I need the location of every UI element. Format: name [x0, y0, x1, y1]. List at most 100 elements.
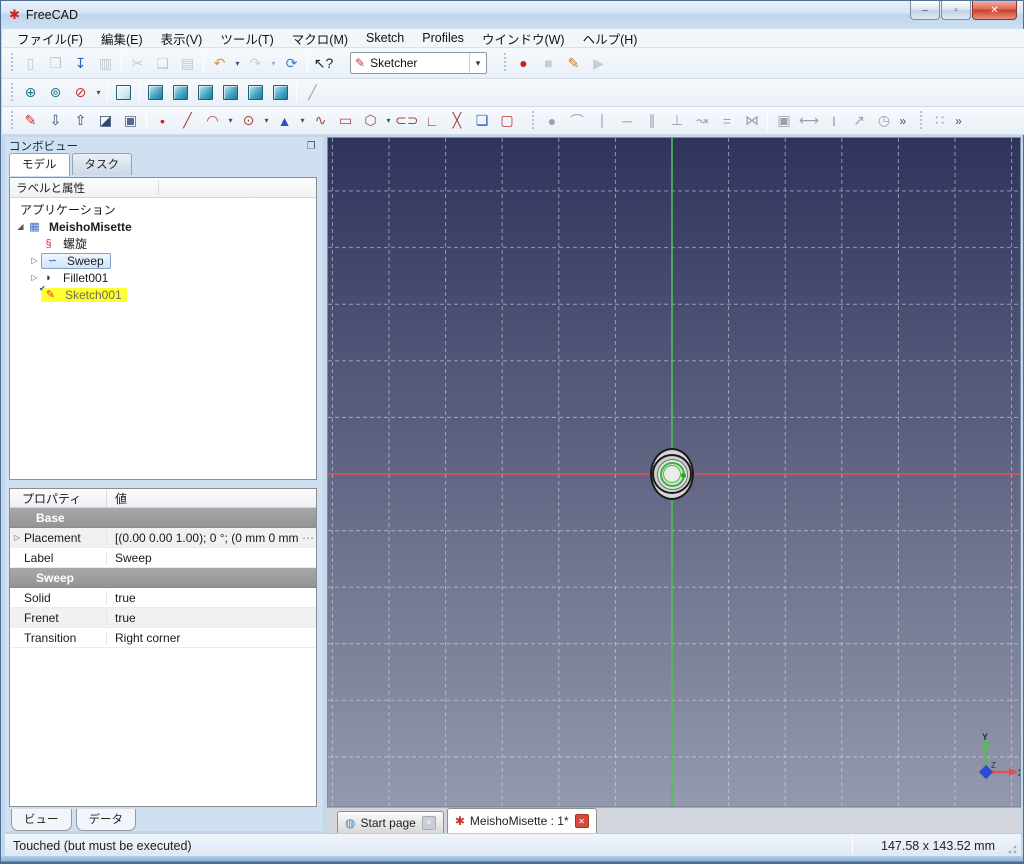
constraint-lock-button[interactable]: ▣ [771, 109, 796, 133]
draw-style-button[interactable]: ⊘ [68, 81, 93, 105]
property-value[interactable]: true [106, 610, 316, 625]
view-axonometric-button[interactable] [111, 81, 136, 105]
tree-item-helix[interactable]: § 螺旋 [10, 235, 316, 252]
menu-view[interactable]: 表示(V) [152, 27, 212, 50]
expander-collapsed-icon[interactable]: ▷ [10, 533, 24, 542]
create-arc-dropdown-icon[interactable]: ▾ [225, 109, 236, 133]
leave-sketch-button[interactable]: ⇩ [43, 109, 68, 133]
zoom-region-button[interactable]: ⊚ [43, 81, 68, 105]
macro-record-button[interactable]: ● [511, 51, 536, 75]
fit-all-button[interactable]: ⊕ [18, 81, 43, 105]
workbench-selector[interactable]: ✎ Sketcher ▾ [350, 52, 487, 74]
panel-float-icon[interactable]: ❐ [303, 141, 319, 152]
toolbar-grip[interactable] [530, 110, 537, 131]
trim-edge-button[interactable]: ╳ [444, 109, 469, 133]
toolbar-overflow-icon[interactable]: » [896, 114, 909, 128]
constraint-tangent-button[interactable]: ↝ [689, 109, 714, 133]
toolbar-overflow-icon[interactable]: » [952, 114, 965, 128]
constraint-horizontal-button[interactable]: ─ [614, 109, 639, 133]
expander-expanded-icon[interactable]: ◢ [14, 222, 27, 231]
constraint-horizontal-distance-button[interactable]: ⟷ [796, 109, 821, 133]
create-conic-button[interactable]: ▲ [272, 109, 297, 133]
close-icon[interactable]: ✕ [574, 814, 589, 828]
constraint-radius-button[interactable]: ◷ [871, 109, 896, 133]
close-icon[interactable]: ✕ [421, 815, 436, 830]
tab-tasks[interactable]: タスク [71, 153, 132, 175]
menu-windows[interactable]: ウインドウ(W) [473, 27, 574, 50]
refresh-button[interactable]: ⟳ [279, 51, 304, 75]
create-arc-button[interactable]: ◠ [200, 109, 225, 133]
constraint-vertical-button[interactable]: ∣ [589, 109, 614, 133]
tab-data[interactable]: データ [75, 809, 136, 831]
constraint-parallel-button[interactable]: ∥ [639, 109, 664, 133]
property-row-frenet[interactable]: Frenet true [10, 608, 316, 628]
construction-mode-button[interactable]: ▢ [494, 109, 519, 133]
save-button[interactable]: ↧ [68, 51, 93, 75]
view-right-button[interactable] [193, 81, 218, 105]
toolbar-grip[interactable] [9, 53, 15, 73]
menu-file[interactable]: ファイル(F) [8, 27, 92, 50]
create-polygon-dropdown-icon[interactable]: ▾ [383, 109, 394, 133]
resize-grip[interactable] [1005, 842, 1017, 854]
property-value[interactable]: true [106, 590, 316, 605]
ellipsis-icon[interactable]: ⋯ [302, 531, 316, 545]
tab-view[interactable]: ビュー [11, 809, 72, 831]
view-top-button[interactable] [168, 81, 193, 105]
constraint-distance-button[interactable]: ↗ [846, 109, 871, 133]
expander-collapsed-icon[interactable]: ▷ [28, 256, 41, 265]
menu-profiles[interactable]: Profiles [413, 29, 473, 47]
create-fillet-button[interactable]: ∟ [419, 109, 444, 133]
sketch-point[interactable] [681, 473, 686, 478]
title-bar[interactable]: ✱ FreeCAD ‒ ▫ ✕ [1, 1, 1023, 29]
tab-model[interactable]: モデル [9, 153, 70, 176]
view-rear-button[interactable] [218, 81, 243, 105]
bspline-tools-button[interactable]: ∷ [927, 109, 952, 133]
constraint-vertical-distance-button[interactable]: I [821, 109, 846, 133]
chevron-down-icon[interactable]: ▾ [469, 53, 486, 73]
undo-dropdown-icon[interactable]: ▾ [232, 51, 243, 75]
create-rectangle-button[interactable]: ▭ [333, 109, 358, 133]
toolbar-grip[interactable] [918, 110, 925, 131]
view-front-button[interactable] [143, 81, 168, 105]
create-point-button[interactable]: • [150, 109, 175, 133]
create-slot-button[interactable]: ⊂⊃ [394, 109, 419, 133]
property-row-label[interactable]: Label Sweep [10, 548, 316, 568]
close-button[interactable]: ✕ [972, 1, 1017, 20]
constraint-perpendicular-button[interactable]: ⊥ [664, 109, 689, 133]
view-bottom-button[interactable] [243, 81, 268, 105]
part-outer-circle[interactable] [650, 448, 694, 500]
mdi-tab-start-page[interactable]: ◍ Start page ✕ [337, 811, 444, 833]
property-value[interactable]: Sweep [106, 550, 316, 565]
menu-macro[interactable]: マクロ(M) [283, 27, 357, 50]
property-row-solid[interactable]: Solid true [10, 588, 316, 608]
tree-item-document-meishomisette[interactable]: ◢ ▦ MeishoMisette [10, 218, 316, 235]
view-sketch-button[interactable]: ⇧ [68, 109, 93, 133]
create-line-button[interactable]: ╱ [175, 109, 200, 133]
toolbar-grip[interactable] [9, 110, 15, 131]
draw-style-dropdown-icon[interactable]: ▾ [93, 81, 104, 105]
expander-collapsed-icon[interactable]: ▷ [28, 273, 41, 282]
3d-viewport[interactable]: Y X Z [327, 137, 1021, 807]
menu-help[interactable]: ヘルプ(H) [574, 27, 647, 50]
constraint-point-on-object-button[interactable]: ⌒ [564, 109, 589, 133]
property-value[interactable]: Right corner [106, 630, 316, 645]
menu-tools[interactable]: ツール(T) [211, 27, 282, 50]
mdi-tab-meishomisette-doc[interactable]: ✱ MeishoMisette : 1* ✕ [446, 808, 597, 833]
new-sketch-button[interactable]: ✎ [18, 109, 43, 133]
maximize-button[interactable]: ▫ [941, 1, 971, 20]
tree-item-sketch001[interactable]: ✎ ✔ Sketch001 [10, 284, 316, 303]
tree-item-application[interactable]: アプリケーション [10, 201, 316, 218]
toolbar-grip[interactable] [502, 53, 508, 73]
sketch-circle-inner[interactable] [663, 465, 681, 483]
create-circle-dropdown-icon[interactable]: ▾ [261, 109, 272, 133]
create-conic-dropdown-icon[interactable]: ▾ [297, 109, 308, 133]
menu-edit[interactable]: 編集(E) [92, 27, 152, 50]
external-geometry-button[interactable]: ❏ [469, 109, 494, 133]
map-sketch-button[interactable]: ▣ [118, 109, 143, 133]
property-value[interactable]: [(0.00 0.00 1.00); 0 °; (0 mm 0 mm ⋯ [106, 530, 316, 545]
whats-this-button[interactable]: ↖? [311, 51, 336, 75]
tree-item-fillet001[interactable]: ▷ ◗ Fillet001 [10, 269, 316, 286]
property-row-transition[interactable]: Transition Right corner [10, 628, 316, 648]
tree-property-splitter[interactable] [9, 480, 317, 488]
macro-edit-button[interactable]: ✎ [561, 51, 586, 75]
